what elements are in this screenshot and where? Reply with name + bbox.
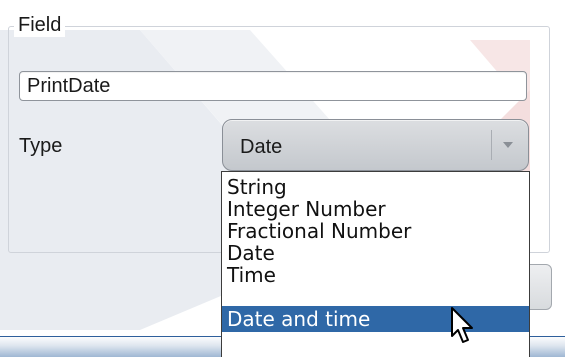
dropdown-option-integer-number[interactable]: Integer Number (222, 198, 529, 220)
type-select-value: Date (240, 136, 283, 158)
dropdown-option-date-and-time[interactable]: Date and time (222, 306, 529, 332)
dropdown-option-fractional-number[interactable]: Fractional Number (222, 220, 529, 242)
type-label: Type (19, 135, 63, 157)
select-divider (491, 130, 492, 160)
type-dropdown-list[interactable]: String Integer Number Fractional Number … (221, 171, 530, 357)
chevron-down-icon[interactable] (502, 140, 514, 150)
mouse-pointer-icon (451, 307, 473, 343)
field-name-input[interactable]: PrintDate (19, 71, 527, 101)
dropdown-option-time[interactable]: Time (222, 264, 529, 286)
dropdown-option-date[interactable]: Date (222, 242, 529, 264)
type-select[interactable]: Date (222, 119, 529, 171)
group-legend: Field (14, 14, 66, 37)
dropdown-option-string[interactable]: String (222, 176, 529, 198)
